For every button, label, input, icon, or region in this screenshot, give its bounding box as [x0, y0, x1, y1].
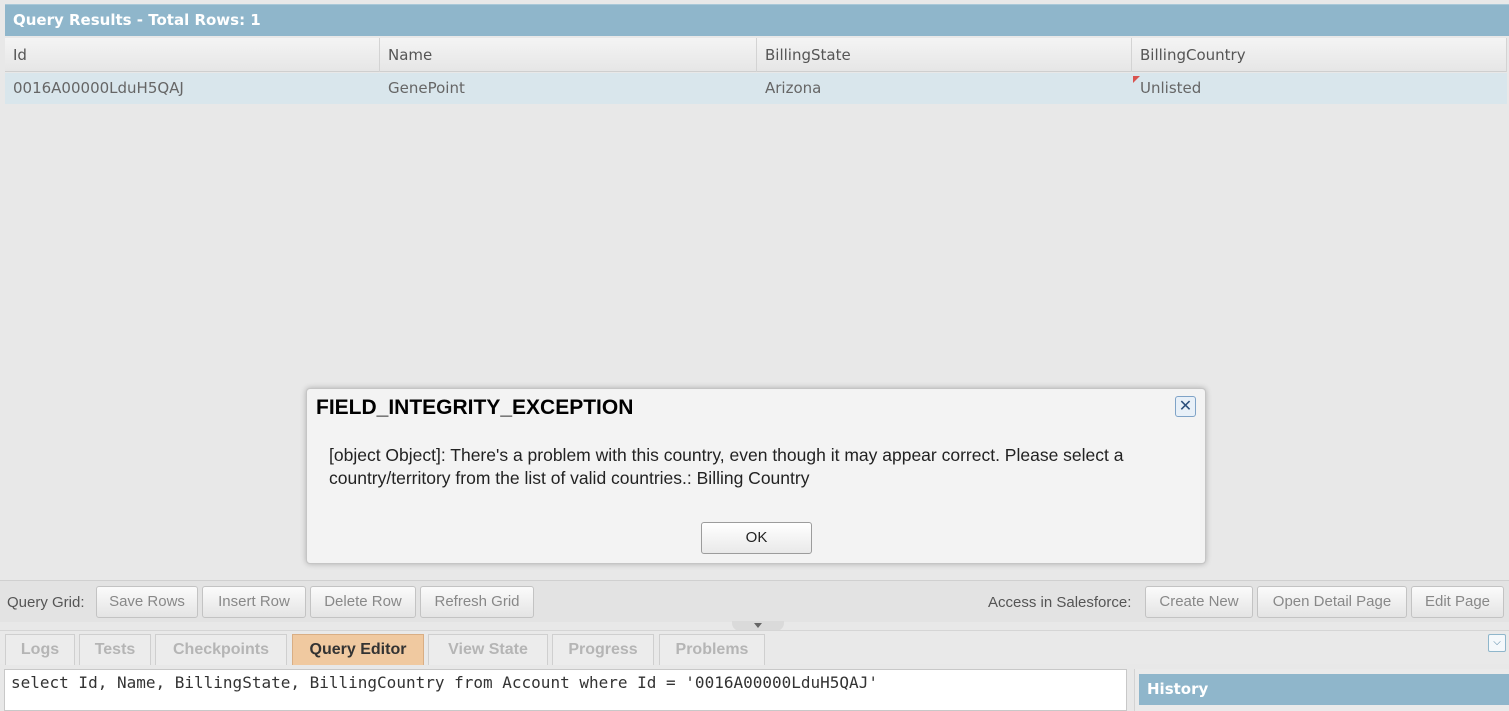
refresh-grid-button[interactable]: Refresh Grid	[420, 586, 534, 618]
access-in-salesforce-label: Access in Salesforce:	[988, 594, 1132, 611]
tab-query-editor[interactable]: Query Editor	[292, 634, 424, 665]
history-header: History	[1139, 674, 1509, 705]
tab-tests[interactable]: Tests	[79, 634, 151, 665]
table-row[interactable]: 0016A00000LduH5QAJ GenePoint Arizona Unl…	[5, 73, 1507, 104]
cell-id[interactable]: 0016A00000LduH5QAJ	[5, 73, 380, 104]
cell-billingcountry-value: Unlisted	[1140, 79, 1202, 97]
query-results-title: Query Results - Total Rows: 1	[13, 11, 261, 29]
dialog-message: [object Object]: There's a problem with …	[329, 445, 1124, 488]
cell-name[interactable]: GenePoint	[380, 73, 757, 104]
ok-button[interactable]: OK	[701, 522, 812, 554]
dialog-title: FIELD_INTEGRITY_EXCEPTION	[316, 396, 634, 419]
history-panel: History	[1134, 669, 1509, 711]
save-rows-button[interactable]: Save Rows	[96, 586, 198, 618]
tab-checkpoints[interactable]: Checkpoints	[155, 634, 287, 665]
edit-page-button[interactable]: Edit Page	[1411, 586, 1504, 618]
grid-header-row: Id Name BillingState BillingCountry	[5, 38, 1507, 72]
collapse-panel-icon[interactable]: ⌵	[1488, 634, 1506, 652]
edited-cell-marker-icon	[1133, 76, 1140, 83]
error-dialog: FIELD_INTEGRITY_EXCEPTION ✕ [object Obje…	[306, 388, 1206, 564]
query-grid-label: Query Grid:	[7, 594, 85, 611]
delete-row-button[interactable]: Delete Row	[310, 586, 416, 618]
tab-problems[interactable]: Problems	[659, 634, 765, 665]
query-grid-toolbar: Query Grid: Save Rows Insert Row Delete …	[0, 580, 1509, 622]
query-results-header: Query Results - Total Rows: 1	[5, 4, 1509, 36]
column-header-billingstate[interactable]: BillingState	[757, 38, 1132, 72]
cell-billingcountry[interactable]: Unlisted	[1132, 73, 1507, 104]
create-new-button[interactable]: Create New	[1145, 586, 1253, 618]
query-editor-input[interactable]: select Id, Name, BillingState, BillingCo…	[4, 669, 1127, 711]
column-header-name[interactable]: Name	[380, 38, 757, 72]
column-header-id[interactable]: Id	[5, 38, 380, 72]
cell-billingstate[interactable]: Arizona	[757, 73, 1132, 104]
insert-row-button[interactable]: Insert Row	[202, 586, 306, 618]
column-header-billingcountry[interactable]: BillingCountry	[1132, 38, 1507, 72]
tab-logs[interactable]: Logs	[5, 634, 75, 665]
open-detail-page-button[interactable]: Open Detail Page	[1257, 586, 1407, 618]
tab-progress[interactable]: Progress	[552, 634, 654, 665]
bottom-panel-tabs: Logs Tests Checkpoints Query Editor View…	[0, 630, 1509, 665]
close-icon[interactable]: ✕	[1175, 396, 1196, 417]
tab-view-state[interactable]: View State	[428, 634, 548, 665]
